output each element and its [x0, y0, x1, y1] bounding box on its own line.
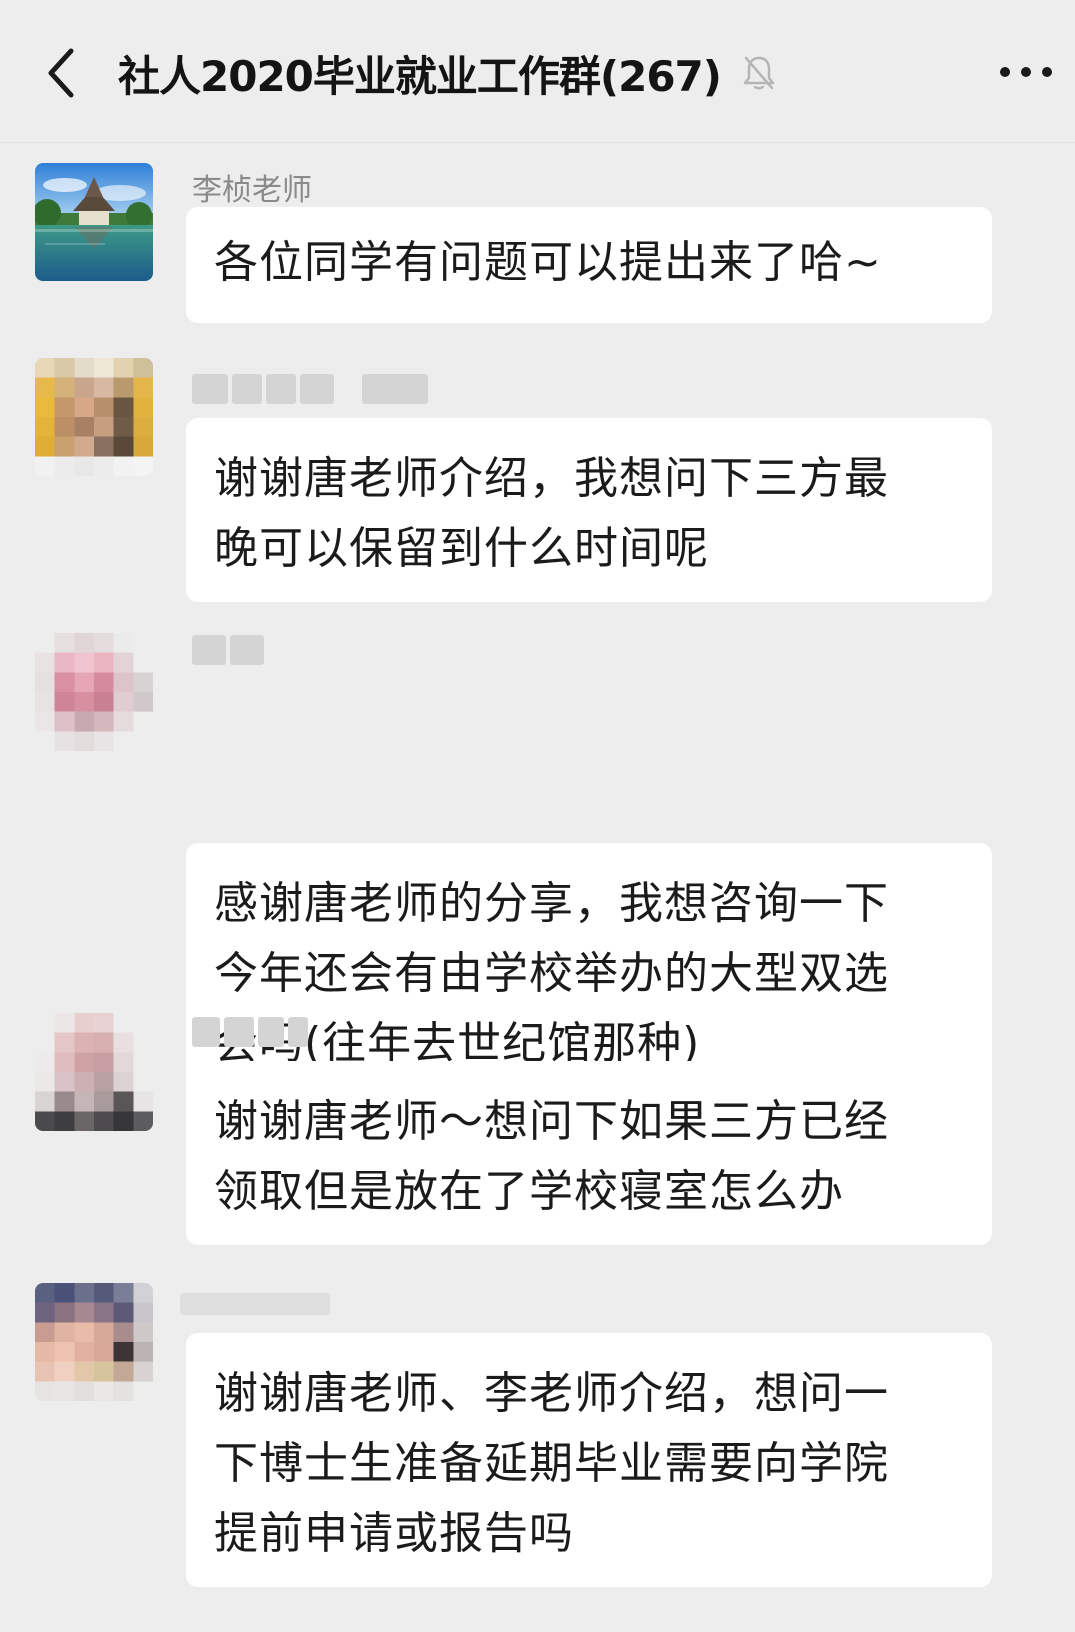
sender-name-redacted [192, 1017, 308, 1047]
message-text-line: 各位同学有问题可以提出来了哈~ [214, 237, 882, 288]
avatar[interactable] [35, 1013, 153, 1131]
message-bubble[interactable]: 各位同学有问题可以提出来了哈~ [186, 207, 992, 323]
message-text-line: 谢谢唐老师介绍，我想问下三方最 [214, 453, 889, 504]
sender-name-redacted [192, 635, 264, 665]
chat-header: 社人2020毕业就业工作群(267) [0, 0, 1075, 143]
bell-muted-icon [739, 53, 779, 93]
sender-name-redacted [180, 1289, 330, 1319]
sender-name: 李桢老师 [192, 173, 312, 208]
avatar[interactable] [35, 163, 153, 281]
message-bubble[interactable]: 谢谢唐老师介绍，我想问下三方最 晚可以保留到什么时间呢 [186, 418, 992, 602]
chat-title: 社人2020毕业就业工作群(267) [118, 51, 722, 101]
message-text-line: 谢谢唐老师～想问下如果三方已经 [214, 1096, 889, 1147]
message-bubble[interactable]: 谢谢唐老师～想问下如果三方已经 领取但是放在了学校寝室怎么办 [186, 1061, 992, 1245]
chat-title-group: 社人2020毕业就业工作群(267) [118, 40, 779, 106]
message-bubble[interactable]: 感谢唐老师的分享，我想咨询一下 今年还会有由学校举办的大型双选 会吗(往年去世纪… [186, 843, 992, 1097]
more-dots-icon [1000, 67, 1052, 77]
back-button[interactable] [30, 38, 90, 108]
message-bubble[interactable]: 谢谢唐老师、李老师介绍，想问一 下博士生准备延期毕业需要向学院 提前申请或报告吗 [186, 1333, 992, 1587]
message-text-line: 谢谢唐老师、李老师介绍，想问一 [214, 1368, 889, 1419]
message-text-line: 下博士生准备延期毕业需要向学院 [214, 1438, 889, 1489]
message-text-line: 感谢唐老师的分享，我想咨询一下 [214, 878, 889, 929]
avatar[interactable] [35, 633, 153, 751]
sender-name-redacted [192, 374, 428, 404]
avatar[interactable] [35, 358, 153, 476]
avatar[interactable] [35, 1283, 153, 1401]
message-text-line: 领取但是放在了学校寝室怎么办 [214, 1166, 844, 1217]
message-text-line: 提前申请或报告吗 [214, 1508, 574, 1559]
chevron-left-icon [48, 48, 74, 98]
more-options-button[interactable] [991, 48, 1061, 96]
message-text-line: 今年还会有由学校举办的大型双选 [214, 948, 889, 999]
message-text-line: 晚可以保留到什么时间呢 [214, 523, 709, 574]
